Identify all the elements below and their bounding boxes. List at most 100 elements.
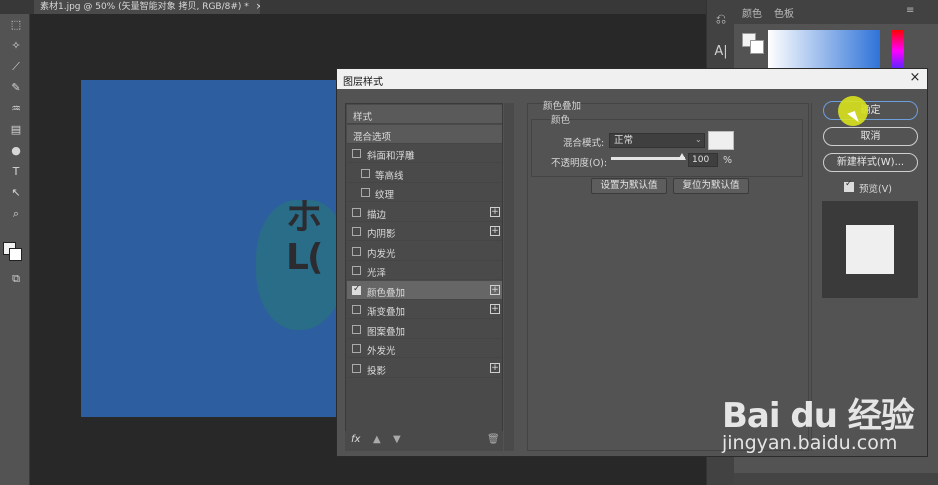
preview-checkbox[interactable] bbox=[844, 179, 854, 192]
screen-mode-icon[interactable]: ⧉ bbox=[8, 272, 24, 286]
style-row-label: 内阴影 bbox=[367, 229, 396, 240]
style-row-5[interactable]: 描边 + bbox=[347, 203, 502, 222]
document-tab-bar: 素材1.jpg @ 50% (矢量智能对象 拷贝, RGB/8#) * × bbox=[0, 0, 706, 14]
watermark: Bai du 经验 jingyan.baidu.com bbox=[722, 388, 922, 468]
add-effect-icon[interactable]: + bbox=[490, 304, 500, 314]
style-checkbox[interactable] bbox=[361, 168, 370, 178]
document-tab-title: 素材1.jpg @ 50% (矢量智能对象 拷贝, RGB/8#) * bbox=[40, 2, 249, 12]
opacity-slider-thumb[interactable] bbox=[678, 153, 686, 160]
reset-default-button[interactable]: 复位为默认值 bbox=[673, 178, 749, 194]
brush-icon[interactable]: ✎ bbox=[8, 81, 24, 95]
style-checkbox[interactable] bbox=[352, 149, 361, 158]
gradient-icon[interactable]: ▤ bbox=[8, 123, 24, 137]
fx-icon[interactable]: fx bbox=[351, 434, 360, 445]
style-row-7[interactable]: 内发光 bbox=[347, 242, 502, 261]
style-row-1[interactable]: 混合选项 bbox=[347, 124, 502, 144]
opacity-unit: % bbox=[723, 155, 733, 166]
close-icon[interactable]: × bbox=[907, 70, 923, 86]
dialog-title: 图层样式 bbox=[343, 77, 383, 88]
style-checkbox[interactable] bbox=[352, 227, 361, 236]
style-row-label: 外发光 bbox=[367, 346, 396, 357]
panel-tabs: 颜色 色板 ≡ bbox=[734, 0, 938, 24]
new-style-button[interactable]: 新建样式(W)... bbox=[823, 153, 918, 172]
style-checkbox[interactable] bbox=[352, 305, 361, 314]
tab-color[interactable]: 颜色 bbox=[742, 5, 762, 20]
color-subgroup-title: 颜色 bbox=[551, 115, 571, 126]
style-checkbox[interactable] bbox=[352, 284, 361, 295]
style-row-label: 描边 bbox=[367, 209, 387, 221]
style-row-6[interactable]: 内阴影 + bbox=[347, 222, 502, 241]
path-selection-icon[interactable]: ↖ bbox=[8, 186, 24, 200]
trash-icon[interactable]: 🗑 bbox=[487, 434, 500, 445]
style-row-label: 颜色叠加 bbox=[367, 287, 406, 299]
watermark-brand: Bai du 经验 bbox=[722, 396, 915, 436]
document-tab-close-icon[interactable]: × bbox=[256, 2, 260, 12]
blend-mode-select[interactable]: 正常 bbox=[609, 133, 705, 148]
add-effect-icon[interactable]: + bbox=[490, 362, 500, 373]
opacity-value: 100 bbox=[692, 155, 710, 165]
type-icon[interactable]: T bbox=[8, 165, 24, 179]
opacity-input[interactable]: 100 bbox=[688, 153, 718, 167]
eyedropper-icon[interactable]: ⟋ bbox=[8, 60, 24, 74]
blur-icon[interactable]: ● bbox=[8, 144, 24, 158]
style-row-3[interactable]: 等高线 bbox=[347, 164, 502, 183]
overlay-color-chip[interactable] bbox=[708, 131, 734, 150]
style-row-13[interactable]: 投影 + bbox=[347, 359, 502, 378]
document-tab[interactable]: 素材1.jpg @ 50% (矢量智能对象 拷贝, RGB/8#) * × bbox=[34, 0, 260, 14]
marquee-icon[interactable]: ⬚ bbox=[8, 18, 24, 32]
move-down-icon[interactable]: ▼ bbox=[393, 434, 401, 445]
character-icon[interactable]: A| bbox=[713, 44, 729, 60]
zoom-icon[interactable]: ⌕ bbox=[8, 207, 24, 221]
logo-text-line2: L( bbox=[286, 237, 323, 278]
styles-list-scrollbar[interactable] bbox=[504, 103, 514, 451]
add-effect-icon[interactable]: + bbox=[490, 206, 500, 217]
style-row-8[interactable]: 光泽 bbox=[347, 261, 502, 280]
history-brush-icon[interactable]: ♒ bbox=[8, 102, 24, 116]
history-icon[interactable]: ⎌ bbox=[713, 12, 729, 28]
background-color-swatch[interactable] bbox=[9, 248, 22, 261]
logo-text-line1: ホ bbox=[286, 197, 322, 238]
style-row-9[interactable]: 颜色叠加 + bbox=[347, 280, 502, 300]
style-checkbox[interactable] bbox=[352, 324, 361, 334]
blend-mode-label: 混合模式: bbox=[563, 138, 605, 149]
style-checkbox[interactable] bbox=[361, 188, 370, 197]
style-row-10[interactable]: 渐变叠加 + bbox=[347, 300, 502, 319]
style-row-label: 图案叠加 bbox=[367, 326, 406, 338]
watermark-url: jingyan.baidu.com bbox=[722, 432, 898, 454]
style-row-2[interactable]: 斜面和浮雕 bbox=[347, 144, 502, 163]
add-effect-icon[interactable]: + bbox=[490, 284, 500, 295]
panel-menu-icon[interactable]: ≡ bbox=[906, 5, 914, 16]
style-row-label: 渐变叠加 bbox=[367, 307, 406, 318]
hue-slider[interactable] bbox=[892, 30, 904, 72]
style-row-label: 样式 bbox=[353, 112, 373, 123]
magic-wand-icon[interactable]: ✧ bbox=[8, 39, 24, 53]
style-checkbox[interactable] bbox=[352, 207, 361, 217]
style-row-12[interactable]: 外发光 bbox=[347, 339, 502, 358]
tab-swatches[interactable]: 色板 bbox=[774, 5, 794, 20]
move-up-icon[interactable]: ▲ bbox=[373, 434, 381, 445]
style-row-0[interactable]: 样式 bbox=[347, 105, 502, 124]
cancel-button[interactable]: 取消 bbox=[823, 127, 918, 146]
blend-mode-value: 正常 bbox=[614, 135, 634, 146]
dialog-titlebar: 图层样式 × bbox=[337, 69, 927, 89]
styles-list: 样式混合选项斜面和浮雕等高线纹理描边 + 内阴影 + 内发光光泽颜色叠加 + 渐变叠加 + 图案… bbox=[345, 103, 503, 451]
set-default-button[interactable]: 设置为默认值 bbox=[591, 178, 667, 194]
style-checkbox[interactable] bbox=[352, 246, 361, 256]
preview-label: 预览(V) bbox=[859, 184, 892, 195]
panel-background-swatch[interactable] bbox=[750, 40, 764, 54]
style-row-label: 光泽 bbox=[367, 268, 387, 279]
style-checkbox[interactable] bbox=[352, 344, 361, 353]
style-row-label: 等高线 bbox=[375, 170, 404, 182]
style-row-11[interactable]: 图案叠加 bbox=[347, 320, 502, 339]
document-image[interactable]: ホ L( bbox=[81, 80, 337, 417]
opacity-slider-track[interactable] bbox=[611, 157, 685, 160]
color-spectrum[interactable] bbox=[768, 30, 880, 72]
style-row-label: 纹理 bbox=[375, 190, 395, 201]
logo-text: ホ L( bbox=[286, 198, 337, 278]
style-checkbox[interactable] bbox=[352, 363, 361, 373]
add-effect-icon[interactable]: + bbox=[490, 226, 500, 236]
overlay-group-title: 颜色叠加 bbox=[543, 101, 582, 112]
style-row-label: 斜面和浮雕 bbox=[367, 151, 415, 162]
style-row-4[interactable]: 纹理 bbox=[347, 183, 502, 202]
style-checkbox[interactable] bbox=[352, 266, 361, 275]
